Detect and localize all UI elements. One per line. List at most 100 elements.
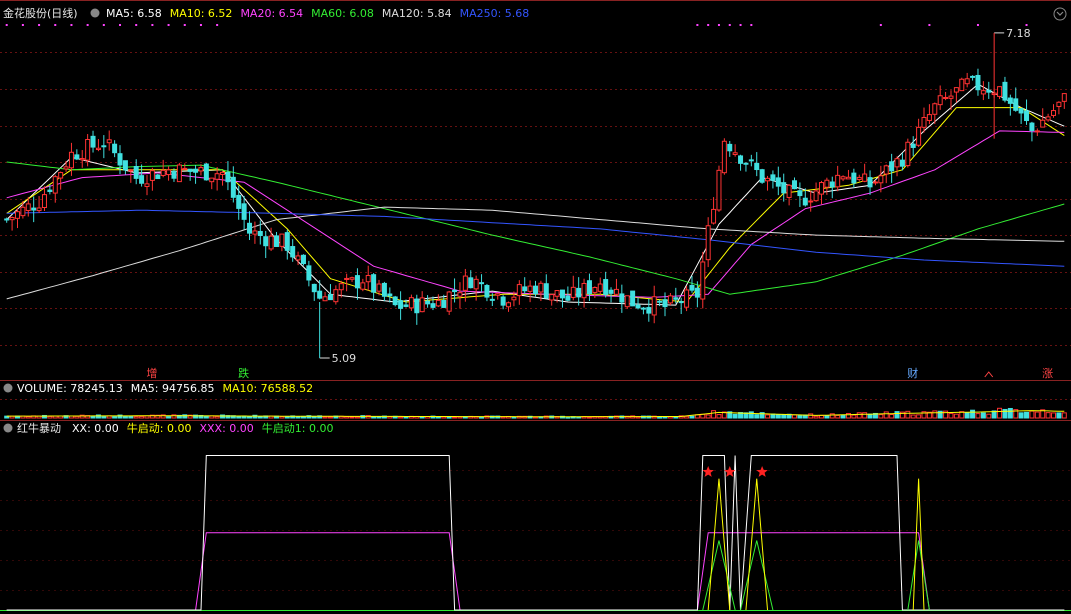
window-toggle-button[interactable] — [1053, 7, 1067, 21]
volume-bar — [862, 412, 868, 419]
candle — [948, 90, 954, 111]
candle — [139, 164, 145, 187]
ma-legend-item: MA250: 5.68 — [460, 7, 530, 20]
candle-body — [559, 289, 565, 299]
indicator-legend-item: XXX: 0.00 — [199, 422, 253, 435]
candle — [711, 197, 717, 225]
candle-body — [47, 189, 53, 192]
candle-body — [765, 177, 771, 182]
candle — [953, 87, 959, 103]
volume-bars — [4, 407, 1067, 419]
candle-body — [333, 289, 339, 303]
event-marker: 财 — [907, 366, 918, 380]
start1-spike — [740, 540, 774, 611]
candle-body — [786, 184, 792, 198]
volume-bar — [74, 415, 80, 419]
volume-bar — [1045, 412, 1051, 419]
indicator-legend-item: 牛启动1: 0.00 — [262, 421, 334, 435]
ma-lines — [5, 24, 1065, 359]
candle-body — [338, 283, 344, 291]
stock-title: 金花股份(日线) — [3, 6, 78, 20]
volume-bar — [112, 416, 118, 419]
high-price-label: 7.18 — [1006, 27, 1030, 40]
candle-body — [603, 279, 609, 295]
ma-legend-item: MA20: 6.54 — [240, 7, 303, 20]
volume-bar — [122, 416, 128, 419]
candle — [840, 175, 846, 182]
candle-body — [630, 290, 636, 307]
candle — [106, 130, 112, 151]
candle — [970, 75, 976, 81]
volume-bar — [247, 416, 253, 419]
candle-body — [970, 75, 976, 78]
candle-body — [624, 295, 630, 308]
volume-bar — [781, 414, 787, 419]
candle-body — [721, 140, 727, 174]
volume-bar — [851, 414, 857, 419]
candle-body — [182, 167, 188, 170]
candle-body — [808, 200, 814, 203]
candle-body — [128, 169, 134, 172]
candle — [570, 275, 576, 301]
candle — [322, 291, 328, 302]
candle — [36, 196, 42, 213]
candle-body — [856, 176, 862, 180]
candle — [452, 278, 458, 303]
candle-body — [155, 174, 161, 180]
candle-body — [290, 246, 296, 258]
candle-body — [344, 277, 350, 280]
candle — [786, 184, 792, 206]
candle — [533, 280, 538, 297]
candle — [58, 171, 64, 190]
candle-body — [446, 291, 452, 312]
candle — [495, 292, 501, 300]
candle — [797, 182, 803, 207]
candle-body — [193, 168, 199, 173]
candle-body — [678, 301, 684, 304]
volume-settings-icon[interactable] — [3, 383, 13, 393]
candle — [716, 165, 722, 212]
candle — [818, 180, 824, 205]
candle — [824, 177, 830, 195]
candle-body — [743, 162, 749, 165]
start1-spike — [907, 540, 930, 611]
candle-body — [1018, 108, 1024, 114]
candle-body — [754, 162, 760, 171]
candle — [862, 163, 868, 183]
candle-body — [68, 151, 74, 169]
candle — [845, 169, 851, 180]
candle-body — [824, 179, 830, 188]
candle-body — [187, 168, 193, 172]
star-icon — [756, 466, 768, 477]
candle-body — [883, 165, 889, 175]
candle — [705, 217, 711, 268]
candle-body — [257, 230, 263, 237]
candle-body — [997, 86, 1003, 97]
indicator-settings-icon[interactable] — [3, 423, 13, 433]
volume-bar — [948, 412, 954, 419]
candle-body — [273, 235, 279, 247]
candle — [1007, 94, 1013, 116]
volume-bar — [371, 416, 377, 419]
candle — [732, 144, 738, 157]
candle-body — [279, 233, 285, 247]
settings-icon[interactable] — [90, 8, 100, 18]
volume-bar — [182, 414, 188, 419]
candle — [640, 306, 646, 315]
candle — [759, 168, 765, 184]
volume-bar — [1007, 407, 1013, 419]
volume-legend-item: MA5: 94756.85 — [131, 382, 215, 395]
candle-body — [684, 289, 690, 308]
candle-body — [90, 135, 96, 148]
candle-body — [327, 294, 333, 301]
signal-dot — [70, 24, 73, 26]
volume-bar — [818, 415, 824, 419]
candle — [398, 291, 404, 320]
candle-body — [538, 282, 544, 293]
volume-bar — [980, 412, 986, 419]
candle-body — [52, 176, 58, 194]
candle — [624, 295, 630, 309]
candle — [597, 277, 603, 295]
indicator-legend: XX: 0.00 牛启动: 0.00 XXX: 0.00 牛启动1: 0.00 — [72, 421, 334, 435]
candle — [905, 138, 911, 168]
